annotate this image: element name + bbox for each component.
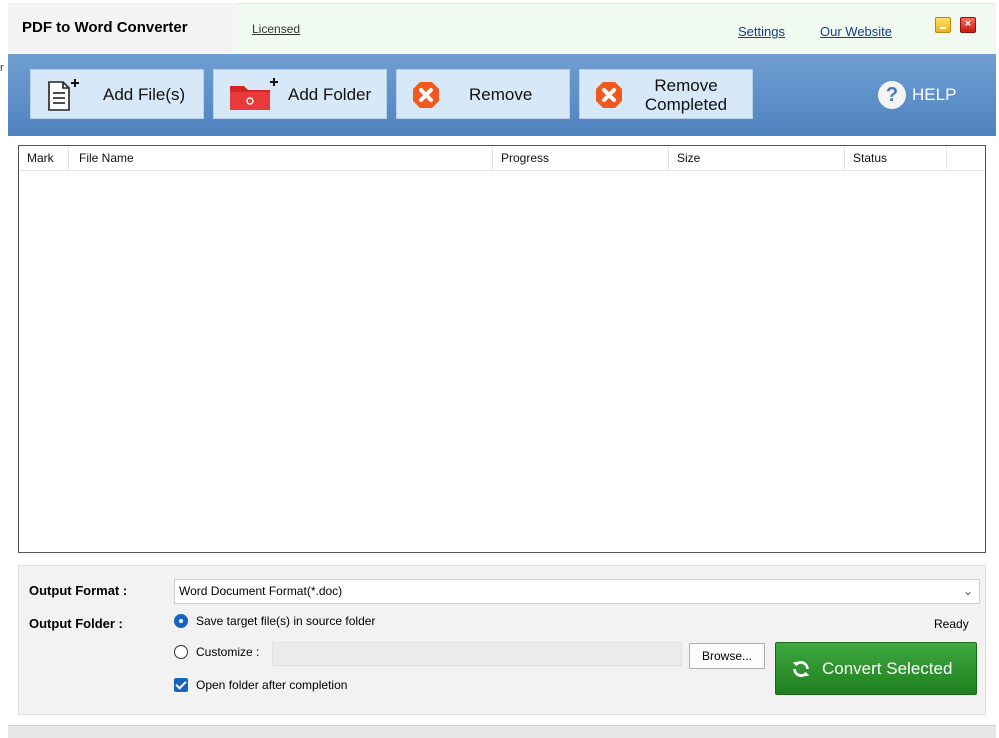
column-header-file-name[interactable]: File Name — [69, 146, 493, 171]
remove-completed-line1: Remove — [654, 76, 718, 95]
add-folder-label: Add Folder — [288, 85, 372, 104]
licensed-link[interactable]: Licensed — [252, 22, 300, 36]
stray-text: r — [0, 62, 4, 74]
column-header-mark[interactable]: Mark — [19, 146, 69, 171]
close-button[interactable]: × — [960, 17, 976, 33]
app-title: PDF to Word Converter — [22, 19, 188, 36]
status-strip — [8, 725, 996, 738]
convert-selected-label: Convert Selected — [822, 658, 953, 678]
remove-completed-icon — [596, 82, 622, 108]
remove-completed-button[interactable]: Remove Completed — [579, 69, 753, 119]
remove-label: Remove — [469, 85, 533, 104]
add-folder-icon — [230, 78, 278, 110]
toolbar: Add File(s) Add Folder Remove Remove Com… — [8, 54, 996, 136]
output-format-label: Output Format : — [29, 583, 128, 598]
output-folder-label: Output Folder : — [29, 616, 123, 631]
convert-selected-button[interactable]: Convert Selected — [775, 642, 977, 695]
refresh-icon — [792, 660, 810, 677]
column-header-size[interactable]: Size — [669, 146, 845, 171]
list-header: Mark File Name Progress Size Status — [19, 146, 985, 171]
remove-icon — [413, 82, 439, 108]
add-files-button[interactable]: Add File(s) — [30, 69, 204, 119]
app-window: r PDF to Word Converter Licensed Setting… — [0, 0, 999, 738]
remove-button[interactable]: Remove — [396, 69, 570, 119]
column-header-status[interactable]: Status — [845, 146, 947, 171]
remove-completed-label: Remove Completed — [640, 76, 732, 114]
column-header-extra — [947, 146, 985, 171]
file-list[interactable]: Mark File Name Progress Size Status — [18, 145, 986, 553]
add-folder-button[interactable]: Add Folder — [213, 69, 387, 119]
browse-button[interactable]: Browse... — [689, 643, 765, 669]
our-website-link[interactable]: Our Website — [820, 24, 892, 39]
save-source-label: Save target file(s) in source folder — [196, 614, 376, 628]
save-source-radio[interactable] — [174, 614, 188, 628]
help-icon: ? — [878, 81, 906, 109]
settings-link[interactable]: Settings — [738, 24, 785, 39]
output-format-select[interactable]: Word Document Format(*.doc) ⌄ — [174, 579, 980, 604]
open-folder-label: Open folder after completion — [196, 678, 348, 692]
save-source-radio-option[interactable]: Save target file(s) in source folder — [174, 614, 375, 628]
output-format-value: Word Document Format(*.doc) — [179, 584, 343, 598]
open-folder-checkbox-option[interactable]: Open folder after completion — [174, 678, 347, 692]
customize-radio-option[interactable]: Customize : — [174, 645, 259, 659]
chevron-down-icon: ⌄ — [962, 584, 973, 598]
options-panel: Output Format : Word Document Format(*.d… — [18, 565, 986, 715]
customize-radio[interactable] — [174, 645, 188, 659]
column-header-progress[interactable]: Progress — [493, 146, 669, 171]
remove-completed-line2: Completed — [644, 95, 728, 114]
customize-label: Customize : — [196, 645, 260, 659]
status-text: Ready — [934, 617, 969, 631]
open-folder-checkbox[interactable] — [174, 678, 188, 692]
help-label: HELP — [912, 85, 957, 104]
help-button[interactable]: ? HELP — [878, 80, 956, 110]
custom-path-input[interactable] — [272, 642, 682, 666]
add-files-label: Add File(s) — [103, 85, 186, 104]
minimize-button[interactable] — [935, 17, 951, 33]
add-file-icon — [48, 79, 79, 111]
